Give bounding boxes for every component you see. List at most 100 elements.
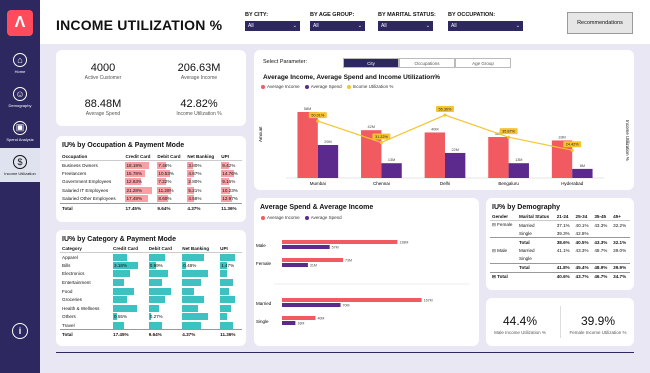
x-tick-label: Chennai — [373, 181, 390, 186]
spend-bar[interactable] — [282, 263, 308, 267]
demography-cell: 43.3% — [594, 222, 608, 228]
occupation-col-header[interactable]: Occupation — [60, 153, 124, 161]
demography-col-header[interactable]: Marital Status — [517, 213, 555, 221]
cell-data-bar — [182, 253, 205, 261]
sidebar-item-home[interactable]: ⌂ Home — [0, 46, 40, 80]
iu-point[interactable] — [443, 113, 447, 117]
cell-bar-wrap — [182, 321, 216, 329]
cell-bar-wrap: 10.53% — [157, 169, 183, 177]
demography-row-label[interactable]: ⊟ Female — [490, 221, 517, 230]
spend-bar[interactable] — [282, 245, 330, 249]
spend-chart-title: Average Spend & Average Income — [260, 204, 374, 211]
marital-status-dropdown[interactable]: All ⌄ — [378, 21, 433, 31]
category-row: Others 0.55% 0.27% — [60, 313, 242, 322]
spend-bar[interactable] — [282, 321, 296, 325]
spend-bar[interactable] — [445, 152, 466, 178]
cell-data-bar — [182, 287, 195, 295]
income-data-label: 40M — [431, 127, 438, 131]
tab-occupations[interactable]: Occupations — [399, 58, 455, 68]
chevron-down-icon: ⌄ — [515, 23, 520, 29]
x-tick-label: Delhi — [440, 181, 450, 186]
spend-bar[interactable] — [508, 163, 529, 178]
cell-bar-wrap — [148, 287, 179, 295]
spend-bar[interactable] — [317, 144, 339, 178]
income-bar[interactable] — [297, 111, 318, 178]
demography-cell: 48.7% — [594, 248, 608, 254]
category-col-header[interactable]: Credit Card — [111, 245, 147, 253]
income-bar[interactable] — [282, 240, 398, 244]
cell-bar-wrap — [113, 321, 145, 329]
category-cell — [180, 270, 218, 279]
demography-cell: 39.3% — [556, 230, 570, 236]
cell-bar-wrap: 0.99% — [148, 261, 179, 269]
iu-data-label: 31.22% — [375, 135, 389, 139]
spend-data-label: 13M — [388, 158, 395, 162]
demography-col-header[interactable]: 35-45 — [592, 213, 612, 221]
occupation-cell: 4.37% — [185, 202, 220, 213]
sidebar-item-demography[interactable]: ☺ Demography — [0, 80, 40, 114]
spend-bar[interactable] — [572, 168, 593, 178]
occupation-col-header[interactable]: Credit Card — [123, 153, 156, 161]
spend-data-label: 8M — [580, 164, 585, 168]
demography-row-label — [490, 229, 517, 238]
cell-data-bar — [220, 253, 236, 261]
info-icon[interactable]: i — [12, 323, 28, 339]
spend-bar[interactable] — [282, 303, 341, 307]
occupation-table-card: IU% by Occupation & Payment Mode Occupat… — [56, 136, 246, 222]
cell-data-bar — [220, 279, 234, 287]
occupation-cell: 5.21% — [185, 186, 219, 195]
category-col-header[interactable]: Net Banking — [180, 245, 219, 253]
income-bar[interactable] — [282, 316, 316, 320]
cell-data-bar — [220, 296, 236, 304]
category-cell — [218, 321, 242, 330]
spend-bar[interactable] — [381, 163, 402, 178]
income-bar[interactable] — [282, 258, 344, 262]
category-col-header[interactable]: Category — [60, 245, 112, 253]
cell-bar-wrap: 8.60% — [157, 195, 183, 203]
sidebar-item-income-utilization[interactable]: $ Income Utilization — [0, 148, 40, 182]
legend-iu-swatch — [346, 84, 351, 89]
occupation-row: Business Owners 18.19% 7.46% 3.80% 9.42% — [60, 161, 242, 170]
main-chart-svg: Amount Income Utilization % 58M 29M Mumbai 42… — [258, 106, 630, 186]
main-chart-card: Select Parameter: City Occupations Age G… — [254, 50, 634, 190]
age-group-dropdown[interactable]: All ⌄ — [310, 21, 365, 31]
people-icon: ☺ — [13, 86, 27, 101]
cell-data-bar — [220, 304, 232, 312]
sidebar: Λ ⌂ Home ☺ Demography ▣ Spend Analysis $ Inc… — [0, 0, 40, 373]
chevron-down-icon: ⌄ — [292, 23, 297, 29]
iu-point[interactable] — [570, 148, 574, 152]
income-bar[interactable] — [282, 298, 422, 302]
demography-col-header[interactable]: 21-24 — [554, 213, 574, 221]
occupation-col-header[interactable]: Net Banking — [185, 153, 220, 161]
iu-point[interactable] — [316, 119, 320, 123]
category-cell — [147, 253, 181, 262]
category-col-header[interactable]: UPI — [218, 245, 242, 253]
category-col-header[interactable]: Debit Card — [146, 245, 181, 253]
recommendations-button[interactable]: Recommendations — [567, 12, 633, 34]
iu-point[interactable] — [507, 135, 511, 139]
cell-bar-wrap — [220, 279, 240, 287]
income-bar[interactable] — [424, 132, 445, 178]
tab-city[interactable]: City — [343, 58, 399, 68]
iu-point[interactable] — [379, 140, 383, 145]
demography-col-header[interactable]: 45+ — [611, 213, 630, 221]
demography-col-header[interactable]: Gender — [490, 213, 518, 221]
demography-col-header[interactable]: 25-34 — [573, 213, 593, 221]
city-dropdown[interactable]: All ⌄ — [245, 21, 300, 31]
page-title: INCOME UTILIZATION % — [56, 17, 223, 33]
income-data-label: 40M — [317, 317, 324, 321]
kpi-active-customer: 4000 Active Customer — [84, 62, 122, 81]
cell-bar-wrap — [113, 304, 145, 312]
occupation-col-header[interactable]: UPI — [219, 153, 242, 161]
occupation-col-header[interactable]: Debit Card — [155, 153, 186, 161]
category-cell — [111, 270, 147, 279]
occupation-dropdown[interactable]: All ⌄ — [448, 21, 523, 31]
income-bar[interactable] — [488, 137, 509, 178]
demography-row-label[interactable]: ⊟ Male — [490, 246, 517, 255]
cell-data-bar — [182, 321, 201, 329]
legend-income-swatch — [261, 215, 265, 220]
tab-age-group[interactable]: Age Group — [455, 58, 511, 68]
cell-data-bar — [113, 321, 125, 329]
sidebar-item-spend-analysis[interactable]: ▣ Spend Analysis — [0, 114, 40, 148]
demography-row-label: ⊟ Total — [490, 271, 518, 281]
